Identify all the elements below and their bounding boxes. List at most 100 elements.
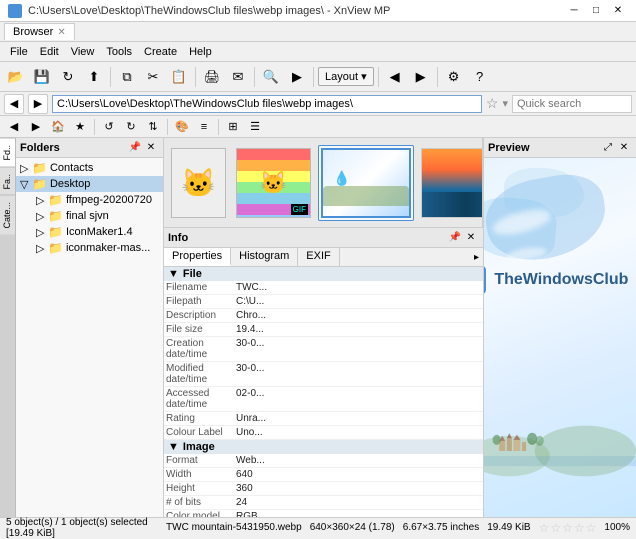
dropdown-icon[interactable]: ▾ bbox=[502, 97, 508, 110]
info-expand-btn[interactable]: ▸ bbox=[470, 248, 483, 266]
menu-create[interactable]: Create bbox=[138, 44, 183, 60]
tab-histogram[interactable]: Histogram bbox=[231, 248, 298, 266]
tb-cut-btn[interactable]: ✂ bbox=[141, 65, 165, 89]
thumbnail-item-3[interactable] bbox=[418, 145, 482, 221]
folders-pin-btn[interactable]: 📌 bbox=[127, 140, 143, 156]
info-key-modified: Modified date/time bbox=[166, 363, 236, 385]
browser-tab[interactable]: Browser ✕ bbox=[4, 23, 75, 40]
folder-icon: 📁 bbox=[48, 209, 63, 223]
thumb-image-0: 🐱 bbox=[171, 148, 226, 218]
folder-label: IconMaker1.4 bbox=[66, 226, 133, 238]
tb-copy-btn[interactable]: ⧉ bbox=[115, 65, 139, 89]
tb-print-btn[interactable]: 🖨 bbox=[200, 65, 224, 89]
star-5[interactable]: ☆ bbox=[586, 521, 597, 535]
tb2-rotate-left-btn[interactable]: ↺ bbox=[99, 118, 119, 136]
tb-refresh-btn[interactable]: ↻ bbox=[56, 65, 80, 89]
status-inches: 6.67×3.75 inches bbox=[403, 522, 479, 533]
preview-close-btn[interactable]: ✕ bbox=[616, 140, 632, 156]
tb2-flip-btn[interactable]: ⇅ bbox=[143, 118, 163, 136]
menu-file[interactable]: File bbox=[4, 44, 34, 60]
preview-title: Preview bbox=[488, 142, 600, 154]
window-controls: ─ □ ✕ bbox=[564, 3, 628, 19]
left-tab-categories[interactable]: Cate... bbox=[0, 195, 15, 235]
folder-label: ffmpeg-20200720 bbox=[66, 194, 152, 206]
image-section-header[interactable]: ▼ Image bbox=[164, 440, 483, 454]
tb-open-btn[interactable]: 📂 bbox=[4, 65, 28, 89]
titlebar: C:\Users\Love\Desktop\TheWindowsClub fil… bbox=[0, 0, 636, 22]
folder-item-iconmaker-mas[interactable]: ▷ 📁 iconmaker-mas... bbox=[16, 240, 163, 256]
maximize-button[interactable]: □ bbox=[586, 3, 606, 19]
favorite-icon[interactable]: ☆ bbox=[486, 95, 499, 112]
info-key-format: Format bbox=[166, 455, 236, 466]
forward-button[interactable]: ▶ bbox=[28, 94, 48, 114]
tb-mail-btn[interactable]: ✉ bbox=[226, 65, 250, 89]
tab-properties[interactable]: Properties bbox=[164, 248, 231, 266]
info-close-btn[interactable]: ✕ bbox=[463, 230, 479, 246]
menu-help[interactable]: Help bbox=[183, 44, 218, 60]
browser-tab-close[interactable]: ✕ bbox=[57, 27, 65, 38]
tb-next-btn[interactable]: ▶ bbox=[409, 65, 433, 89]
folder-item-ffmpeg[interactable]: ▷ 📁 ffmpeg-20200720 bbox=[16, 192, 163, 208]
expand-icon[interactable]: ▷ bbox=[36, 194, 46, 207]
star-1[interactable]: ☆ bbox=[539, 521, 550, 535]
folder-item-desktop[interactable]: ▽ 📁 Desktop bbox=[16, 176, 163, 192]
preview-content: W TheWindowsClub bbox=[484, 158, 636, 517]
tb2-fwd-btn[interactable]: ▶ bbox=[26, 118, 46, 136]
thumbnail-item-0[interactable]: 🐱 bbox=[168, 145, 229, 221]
close-button[interactable]: ✕ bbox=[608, 3, 628, 19]
expand-icon[interactable]: ▷ bbox=[36, 226, 46, 239]
menu-edit[interactable]: Edit bbox=[34, 44, 65, 60]
tb-help-btn[interactable]: ? bbox=[468, 65, 492, 89]
info-row-colour-label: Colour Label Uno... bbox=[164, 426, 483, 440]
layout-button[interactable]: Layout ▾ bbox=[318, 67, 374, 86]
main-toolbar: 📂 💾 ↻ ⬆ ⧉ ✂ 📋 🖨 ✉ 🔍 ▶ Layout ▾ ◀ ▶ ⚙ ? bbox=[0, 62, 636, 92]
back-button[interactable]: ◀ bbox=[4, 94, 24, 114]
tb-prev-btn[interactable]: ◀ bbox=[383, 65, 407, 89]
tab-exif[interactable]: EXIF bbox=[298, 248, 339, 266]
expand-icon[interactable]: ▷ bbox=[36, 242, 46, 255]
address-input[interactable] bbox=[52, 95, 482, 113]
tb-play-btn[interactable]: ▶ bbox=[285, 65, 309, 89]
thumbnail-item-2[interactable]: 💧 bbox=[318, 145, 414, 221]
expand-icon[interactable]: ▷ bbox=[20, 162, 30, 175]
star-2[interactable]: ☆ bbox=[550, 521, 561, 535]
preview-expand-btn[interactable]: ⤢ bbox=[600, 140, 616, 156]
folders-close-btn[interactable]: ✕ bbox=[143, 140, 159, 156]
tb2-rotate-right-btn[interactable]: ↻ bbox=[121, 118, 141, 136]
tb-zoom-in-btn[interactable]: 🔍 bbox=[259, 65, 283, 89]
tb-settings-btn[interactable]: ⚙ bbox=[442, 65, 466, 89]
tab-spacer bbox=[340, 248, 470, 266]
left-tabs: Fd.. Fa.. Cate... bbox=[0, 138, 16, 517]
thumbnail-item-1[interactable]: 🐱 GIF bbox=[233, 145, 314, 221]
menu-tools[interactable]: Tools bbox=[100, 44, 138, 60]
info-key-filesize: File size bbox=[166, 324, 236, 335]
info-pin-btn[interactable]: 📌 bbox=[447, 230, 463, 246]
info-val-modified: 30-0... bbox=[236, 363, 264, 385]
tb2-grid-btn[interactable]: ⊞ bbox=[223, 118, 243, 136]
file-section-header[interactable]: ▼ File bbox=[164, 267, 483, 281]
tb2-color-btn[interactable]: 🎨 bbox=[172, 118, 192, 136]
info-val-filepath: C:\U... bbox=[236, 296, 264, 307]
tb-save-btn[interactable]: 💾 bbox=[30, 65, 54, 89]
tb-up-btn[interactable]: ⬆ bbox=[82, 65, 106, 89]
folder-item-iconmaker[interactable]: ▷ 📁 IconMaker1.4 bbox=[16, 224, 163, 240]
folder-item-final-sjvn[interactable]: ▷ 📁 final sjvn bbox=[16, 208, 163, 224]
left-tab-folders[interactable]: Fd.. bbox=[0, 138, 15, 167]
expand-icon[interactable]: ▽ bbox=[20, 178, 30, 191]
tb2-star-btn[interactable]: ★ bbox=[70, 118, 90, 136]
tb2-filter-btn[interactable]: ≡ bbox=[194, 118, 214, 136]
star-3[interactable]: ☆ bbox=[562, 521, 573, 535]
file-section-title: File bbox=[183, 268, 202, 280]
expand-icon[interactable]: ▷ bbox=[36, 210, 46, 223]
tb-paste-btn[interactable]: 📋 bbox=[167, 65, 191, 89]
menu-view[interactable]: View bbox=[65, 44, 101, 60]
left-tab-favorites[interactable]: Fa.. bbox=[0, 167, 15, 196]
tb2-list-btn[interactable]: ☰ bbox=[245, 118, 265, 136]
star-4[interactable]: ☆ bbox=[574, 521, 585, 535]
tb2-home-btn[interactable]: 🏠 bbox=[48, 118, 68, 136]
folder-item-contacts[interactable]: ▷ 📁 Contacts bbox=[16, 160, 163, 176]
tb2-back-btn[interactable]: ◀ bbox=[4, 118, 24, 136]
minimize-button[interactable]: ─ bbox=[564, 3, 584, 19]
search-input[interactable] bbox=[512, 95, 632, 113]
star-rating[interactable]: ☆ ☆ ☆ ☆ ☆ bbox=[539, 521, 597, 535]
